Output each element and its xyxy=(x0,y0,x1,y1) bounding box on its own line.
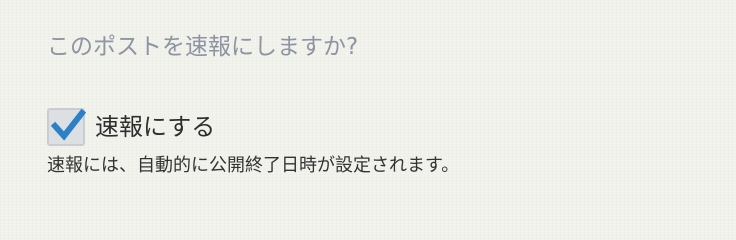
breaking-news-checkbox-label[interactable]: 速報にする xyxy=(95,111,215,143)
breaking-news-checkbox[interactable] xyxy=(47,108,86,146)
breaking-news-help-text: 速報には、自動的に公開終了日時が設定されます。 xyxy=(47,155,460,176)
breaking-news-setting: このポストを速報にしますか? 速報にする 速報には、自動的に公開終了日時が設定さ… xyxy=(0,0,736,220)
setting-question: このポストを速報にしますか? xyxy=(47,34,359,60)
breaking-news-option[interactable]: 速報にする xyxy=(47,107,215,147)
checkmark-icon xyxy=(50,108,86,141)
